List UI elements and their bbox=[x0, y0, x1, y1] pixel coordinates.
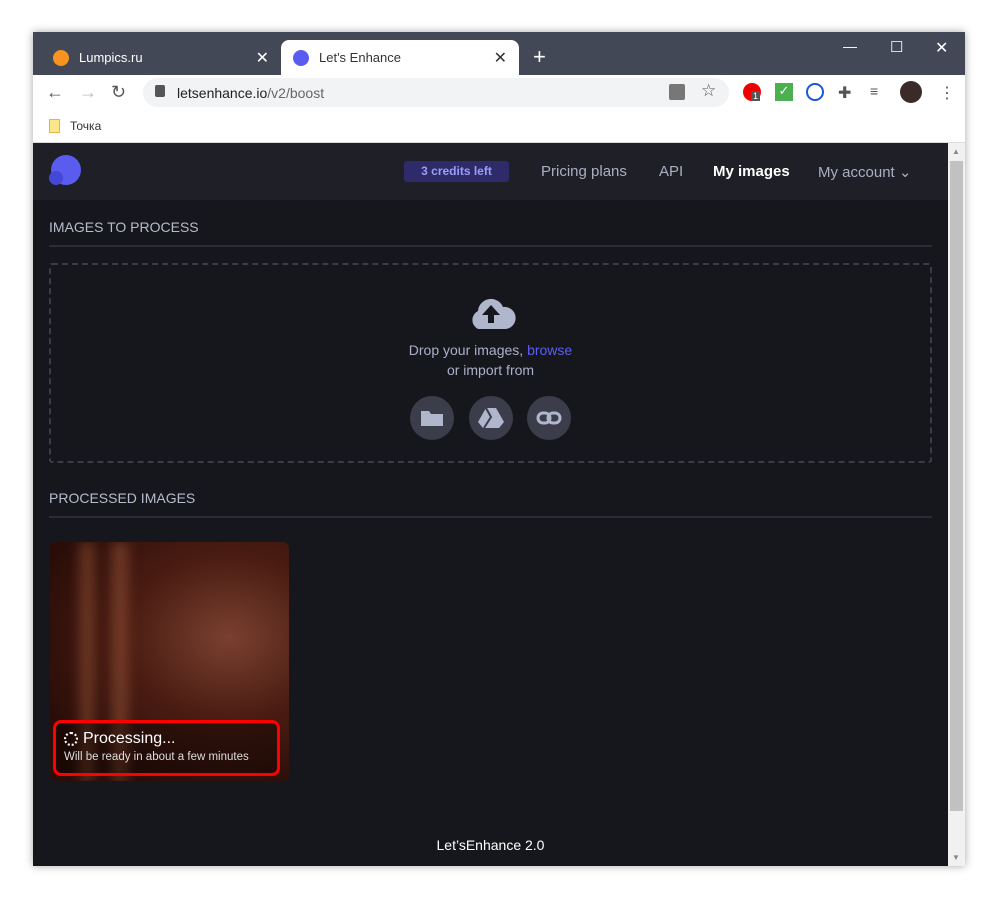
nav-label: My account bbox=[818, 164, 895, 181]
google-drive-icon bbox=[477, 407, 504, 429]
nav-api[interactable]: API bbox=[659, 163, 683, 180]
import-drive-button[interactable] bbox=[468, 396, 513, 440]
scroll-down-icon[interactable]: ▼ bbox=[952, 853, 960, 862]
address-bar[interactable]: letsenhance.io/v2/boost ☆ bbox=[143, 78, 729, 107]
site-header: 3 credits left Pricing plans API My imag… bbox=[33, 143, 948, 200]
url-path: /v2/boost bbox=[267, 84, 325, 101]
forward-icon[interactable]: → bbox=[79, 82, 97, 103]
tab-strip: Lumpics.ru ✕ Let's Enhance ✕ + — ☐ ✕ bbox=[33, 32, 965, 75]
bookmarks-bar: Точка bbox=[33, 110, 965, 143]
footer-text: Let’sEnhance 2.0 bbox=[436, 837, 545, 853]
checkmark-extension-icon[interactable]: ✓ bbox=[775, 83, 793, 101]
globe-extension-icon[interactable] bbox=[806, 83, 824, 101]
lock-icon bbox=[155, 85, 165, 97]
credits-badge[interactable]: 3 credits left bbox=[404, 161, 509, 182]
scrollbar[interactable]: ▲ ▼ bbox=[948, 143, 965, 866]
bookmark-star-icon[interactable]: ☆ bbox=[701, 81, 716, 101]
section-title: IMAGES TO PROCESS bbox=[49, 219, 932, 247]
media-control-icon[interactable]: ≡ bbox=[870, 83, 888, 101]
folder-icon bbox=[49, 119, 60, 133]
browse-link[interactable]: browse bbox=[527, 342, 572, 358]
adblock-extension-icon[interactable]: 1 bbox=[743, 83, 761, 101]
menu-kebab-icon[interactable]: ⋮ bbox=[939, 83, 957, 102]
url-host: letsenhance.io bbox=[177, 84, 268, 101]
status-detail: Will be ready in about a few minutes bbox=[64, 751, 249, 763]
new-tab-icon[interactable]: + bbox=[533, 44, 546, 70]
avatar[interactable] bbox=[900, 81, 922, 103]
chevron-down-icon: ⌄ bbox=[898, 164, 912, 181]
orange-favicon-icon bbox=[53, 49, 69, 66]
extensions-puzzle-icon[interactable]: ✚ bbox=[838, 83, 856, 102]
folder-icon bbox=[421, 411, 444, 426]
browser-toolbar: ← → ↻ letsenhance.io/v2/boost ☆ 1 ✓ ✚ ≡ … bbox=[33, 75, 965, 110]
import-folder-button[interactable] bbox=[410, 396, 455, 440]
processed-image-card[interactable]: Processing... Will be ready in about a f… bbox=[50, 542, 289, 781]
close-tab-icon[interactable]: ✕ bbox=[256, 48, 269, 68]
logo-dot bbox=[49, 171, 63, 185]
drop-text: Drop your images, bbox=[408, 342, 528, 358]
nav-my-images[interactable]: My images bbox=[713, 163, 790, 180]
tab-title: Let's Enhance bbox=[319, 50, 401, 65]
tab-title: Lumpics.ru bbox=[79, 50, 143, 65]
tab-lumpics[interactable]: Lumpics.ru ✕ bbox=[41, 40, 281, 75]
cloud-upload-icon bbox=[471, 298, 516, 329]
close-window-icon[interactable]: ✕ bbox=[935, 38, 948, 58]
browser-window: Lumpics.ru ✕ Let's Enhance ✕ + — ☐ ✕ ← →… bbox=[33, 32, 965, 866]
nav-pricing-plans[interactable]: Pricing plans bbox=[541, 163, 627, 180]
minimize-icon[interactable]: — bbox=[843, 38, 857, 54]
import-url-button[interactable] bbox=[526, 396, 571, 440]
letsenhance-favicon-icon bbox=[293, 49, 309, 66]
link-icon bbox=[536, 411, 562, 425]
spinner-icon bbox=[64, 732, 78, 746]
back-icon[interactable]: ← bbox=[46, 82, 64, 103]
bookmark-item[interactable]: Точка bbox=[70, 119, 101, 133]
status-title: Processing... bbox=[83, 730, 176, 747]
scrollbar-thumb[interactable] bbox=[950, 161, 963, 811]
nav-my-account[interactable]: My account ⌄ bbox=[818, 163, 911, 181]
extension-badge: 1 bbox=[751, 91, 761, 101]
section-title: PROCESSED IMAGES bbox=[49, 490, 932, 518]
tab-letsenhance[interactable]: Let's Enhance ✕ bbox=[281, 40, 519, 75]
translate-icon[interactable] bbox=[669, 84, 685, 100]
scroll-up-icon[interactable]: ▲ bbox=[952, 147, 960, 156]
close-tab-icon[interactable]: ✕ bbox=[494, 48, 507, 68]
processing-status: Processing... Will be ready in about a f… bbox=[53, 720, 280, 776]
page-content: 3 credits left Pricing plans API My imag… bbox=[33, 143, 948, 866]
drop-zone[interactable]: Drop your images, browse or import from bbox=[49, 263, 932, 463]
reload-icon[interactable]: ↻ bbox=[111, 82, 126, 103]
import-text: or import from bbox=[446, 362, 535, 378]
maximize-icon[interactable]: ☐ bbox=[890, 38, 903, 56]
